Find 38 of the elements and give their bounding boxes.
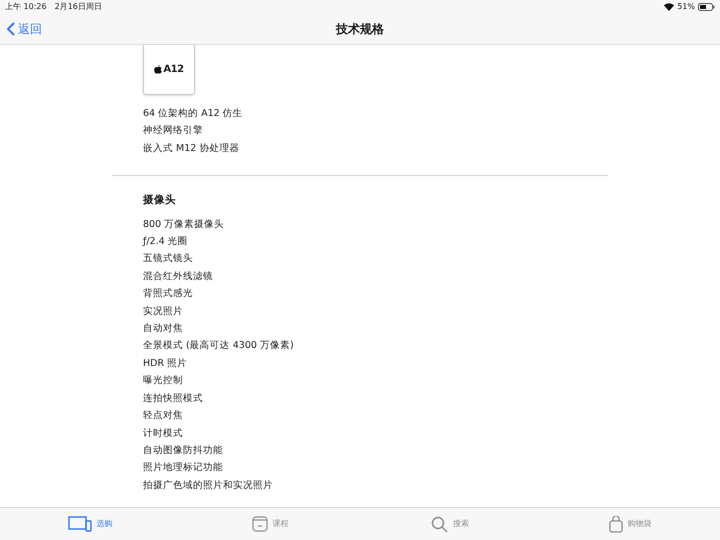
spec-item: 轻点对焦	[143, 409, 184, 424]
section-heading: 摄像头	[143, 193, 177, 208]
spec-item: 神经网络引擎	[143, 124, 204, 138]
search-icon	[431, 516, 448, 532]
page-title: 技术规格	[336, 20, 384, 38]
tab-bar-item[interactable]: 购物袋	[608, 516, 652, 532]
status-date: 2月16日周日	[54, 0, 102, 12]
back-button[interactable]: 返回	[7, 20, 42, 38]
spec-item: 拍摄广色域的照片和实况照片	[143, 478, 274, 493]
bag-icon	[608, 516, 622, 532]
spec-item: 混合红外线滤镜	[143, 270, 214, 284]
spec-item: 连拍快照模式	[143, 392, 204, 406]
spec-item: 嵌入式 M12 协处理器	[143, 142, 240, 156]
tab-bar-item[interactable]: 搜索	[431, 516, 469, 532]
tab-bar-item[interactable]: 选购	[68, 516, 112, 532]
chevron-left-icon	[7, 22, 15, 36]
spec-item: HDR 照片	[143, 356, 188, 371]
spec-item: 曝光控制	[143, 374, 184, 388]
chip-label: A12	[163, 62, 184, 77]
devices-icon	[68, 516, 92, 532]
battery-icon	[698, 2, 715, 10]
spec-item: 背照式感光	[143, 287, 194, 302]
calendar-icon	[252, 516, 268, 532]
spec-item: 实况照片	[143, 304, 184, 319]
spec-item: 64 位架构的 A12 仿生	[143, 107, 244, 121]
spec-item: 自动图像防抖功能	[143, 444, 224, 458]
spec-item: 五镜式镜头	[143, 252, 194, 266]
spec-item: 800 万像素摄像头	[143, 218, 226, 232]
tab-bar-item[interactable]: 课程	[252, 516, 288, 532]
spec-item: 照片地理标记功能	[143, 461, 224, 476]
battery-percent: 51%	[677, 0, 695, 12]
spec-item: 计时模式	[143, 426, 184, 440]
spec-item: 自动对焦	[143, 322, 184, 336]
status-time: 上午 10:26	[5, 0, 47, 12]
apple-logo-icon	[154, 65, 162, 74]
wifi-icon	[664, 2, 674, 10]
spec-item: 全景模式 (最高可达 4300 万像素)	[143, 339, 295, 354]
spec-item: ƒ/2.4 光圈	[143, 235, 189, 250]
